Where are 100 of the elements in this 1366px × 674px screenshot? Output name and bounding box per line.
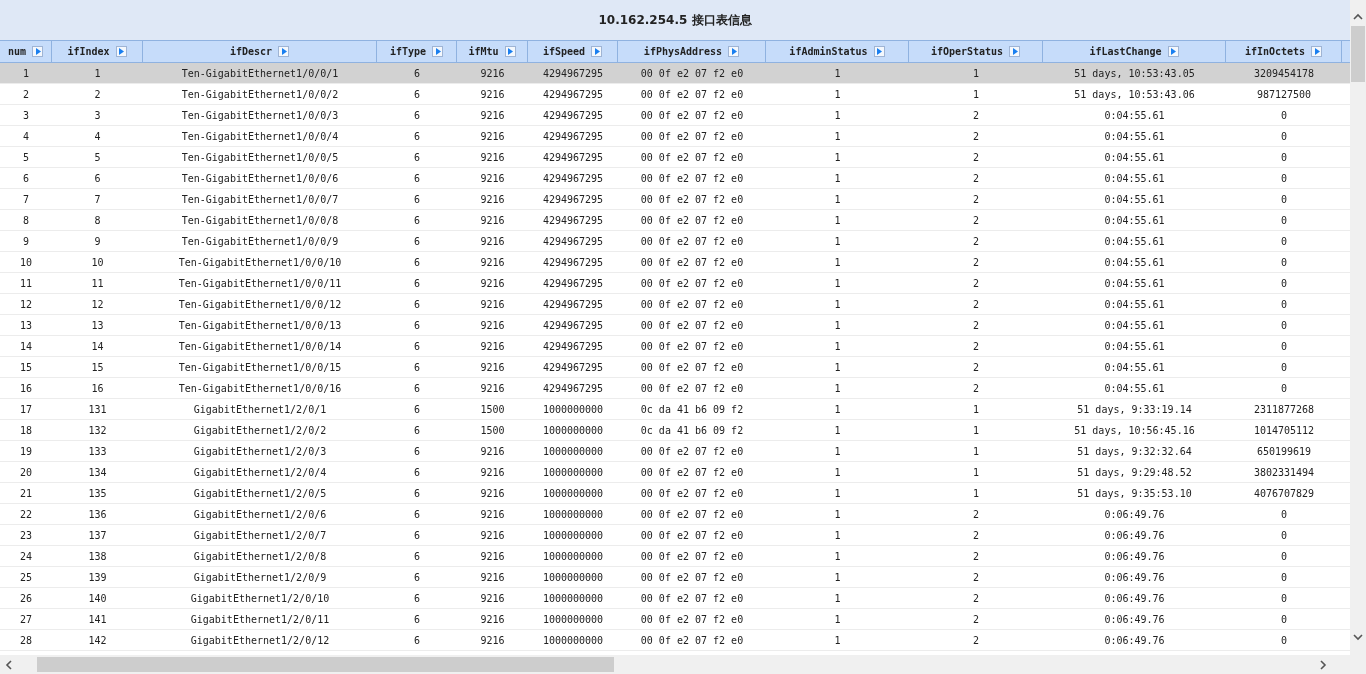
table-cell-text: GigabitEthernet1/2/0/3: [192, 444, 328, 459]
table-cell-text: 0:06:49.76: [1103, 633, 1166, 648]
table-cell-text: 650199619: [1255, 444, 1313, 459]
table-cell-text: 2: [972, 276, 980, 291]
table-row[interactable]: 1 1 Ten-GigabitEthernet1/0/0/1 6 9216 4294967295 00 0f e2 07 f2 e0 1 1 51 days, 10:53:43.05 3209454178: [0, 63, 1350, 84]
sort-icon[interactable]: [432, 46, 444, 57]
table-cell-text: 0: [1280, 171, 1288, 186]
column-header[interactable]: ifSpeed: [528, 41, 618, 62]
table-cell-text: 1000000000: [541, 633, 605, 648]
table-cell-text: 135: [87, 486, 108, 501]
table-cell-text: 9216: [479, 612, 506, 627]
sort-icon[interactable]: [1167, 46, 1179, 57]
table-cell-text: Ten-GigabitEthernet1/0/0/15: [177, 360, 343, 375]
column-header[interactable]: ifLastChange: [1043, 41, 1226, 62]
table-cell-text: 51 days, 10:53:43.06: [1073, 87, 1196, 102]
table-cell-text: 6: [413, 234, 421, 249]
table-cell-text: 1: [972, 486, 980, 501]
table-cell-text: 51 days, 10:53:43.05: [1073, 66, 1196, 81]
column-header[interactable]: ifIndex: [52, 41, 143, 62]
table-cell-text: 51 days, 9:32:32.64: [1076, 444, 1193, 459]
table-cell-text: 51 days, 9:35:53.10: [1076, 486, 1193, 501]
column-header[interactable]: ifPhysAddress: [618, 41, 766, 62]
sort-icon[interactable]: [1311, 46, 1323, 57]
table-cell-text: 0: [1280, 213, 1288, 228]
sort-icon[interactable]: [591, 46, 603, 57]
sort-icon[interactable]: [278, 46, 290, 57]
table-cell-text: 1: [833, 528, 842, 543]
column-header[interactable]: ifMtu: [457, 41, 528, 62]
table-cell-text: 1000000000: [541, 570, 605, 585]
table-cell-text: 6: [413, 255, 421, 270]
table-cell-text: 0: [1280, 150, 1288, 165]
table-cell-text: 1000000000: [541, 465, 605, 480]
table-cell-text: 16: [18, 381, 33, 396]
table-cell-text: 11: [90, 276, 105, 291]
table-cell-text: 6: [413, 423, 421, 438]
table-cell-text: 0c da 41 b6 09 f2: [639, 423, 745, 438]
horizontal-scrollbar[interactable]: [0, 655, 1350, 674]
scrollbar-thumb[interactable]: [37, 657, 614, 672]
table-cell-text: 6: [413, 381, 421, 396]
table-cell-text: 9216: [479, 549, 506, 564]
table-cell-text: 4: [22, 129, 30, 144]
table-cell-text: 00 0f e2 07 f2 e0: [639, 66, 745, 81]
table-cell-text: 9216: [479, 528, 506, 543]
table-cell-text: 1: [833, 381, 842, 396]
table-cell-text: 1: [972, 87, 980, 102]
table-title: 10.162.254.5 接口表信息: [598, 11, 752, 29]
table-cell-text: 2: [972, 381, 980, 396]
table-cell-text: 6: [413, 129, 421, 144]
scroll-right-icon[interactable]: [1318, 659, 1328, 670]
table-cell-text: Ten-GigabitEthernet1/0/0/12: [177, 297, 343, 312]
table-cell-text: 0:06:49.76: [1103, 570, 1166, 585]
table-cell-text: 9216: [479, 297, 506, 312]
table-cell-text: 6: [93, 171, 102, 186]
table-cell-text: 2311877268: [1252, 402, 1316, 417]
column-header[interactable]: ifOperStatus: [909, 41, 1043, 62]
table-cell-text: 9216: [479, 234, 506, 249]
table-cell-text: 1000000000: [541, 423, 605, 438]
table-cell-text: 9216: [479, 360, 506, 375]
table-cell-text: 1: [833, 444, 842, 459]
scroll-down-icon[interactable]: [1353, 632, 1363, 642]
scrollbar-thumb[interactable]: [1351, 26, 1365, 82]
table-cell-text: 1: [833, 591, 842, 606]
table-cell-text: 2: [22, 87, 30, 102]
column-header[interactable]: num: [0, 41, 52, 62]
scroll-left-icon[interactable]: [4, 659, 14, 670]
table-cell-text: 0: [1280, 633, 1288, 648]
table-cell-text: Ten-GigabitEthernet1/0/0/9: [180, 234, 340, 249]
table-cell-text: 9216: [479, 318, 506, 333]
sort-icon[interactable]: [115, 46, 127, 57]
table-cell-text: 4294967295: [541, 213, 605, 228]
column-header[interactable]: ifAdminStatus: [766, 41, 909, 62]
table-cell-text: GigabitEthernet1/2/0/9: [192, 570, 328, 585]
table-cell-text: 1: [833, 360, 842, 375]
column-header[interactable]: ifInOctets: [1226, 41, 1342, 62]
sort-icon[interactable]: [1009, 46, 1021, 57]
table-cell-text: 2: [972, 591, 980, 606]
table-cell-text: 00 0f e2 07 f2 e0: [639, 171, 745, 186]
table-cell-text: 0c da 41 b6 09 f2: [639, 402, 745, 417]
table-cell-text: 141: [87, 612, 108, 627]
column-header[interactable]: ifDescr: [143, 41, 377, 62]
scroll-up-icon[interactable]: [1353, 12, 1363, 22]
table-cell-text: 18: [18, 423, 33, 438]
table-cell-text: 0: [1280, 549, 1288, 564]
table-cell-text: Ten-GigabitEthernet1/0/0/2: [180, 87, 340, 102]
table-cell-text: 00 0f e2 07 f2 e0: [639, 129, 745, 144]
table-cell-text: 6: [413, 633, 421, 648]
column-header[interactable]: ifType: [377, 41, 457, 62]
table-cell-text: 4294967295: [541, 276, 605, 291]
table-cell-text: 00 0f e2 07 f2 e0: [639, 360, 745, 375]
table-cell-text: 9: [93, 234, 102, 249]
table-cell-text: 4294967295: [541, 192, 605, 207]
vertical-scrollbar[interactable]: [1350, 0, 1366, 674]
sort-icon[interactable]: [728, 46, 740, 57]
table-cell-text: 0:06:49.76: [1103, 612, 1166, 627]
table-cell-text: 132: [87, 423, 108, 438]
sort-icon[interactable]: [504, 46, 516, 57]
table-cell-text: 7: [93, 192, 102, 207]
sort-icon[interactable]: [873, 46, 885, 57]
table-cell-text: 134: [87, 465, 108, 480]
sort-icon[interactable]: [32, 46, 44, 57]
